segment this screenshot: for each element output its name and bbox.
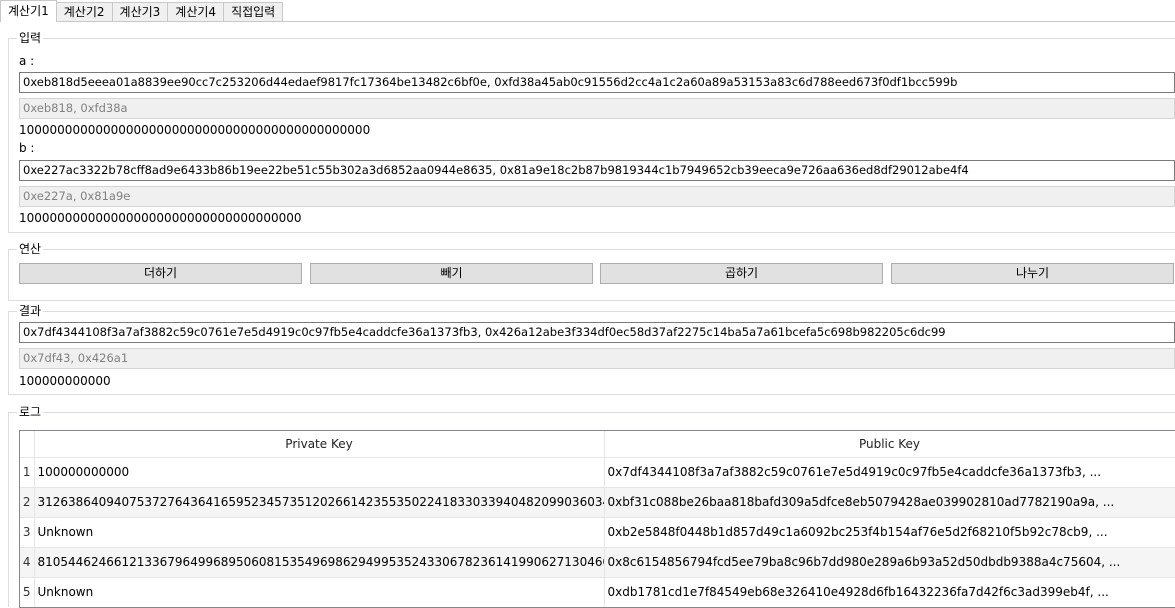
b-label: b :: [19, 141, 35, 155]
table-row[interactable]: 1 100000000000 0x7df4344108f3a7af3882c59…: [20, 457, 1175, 488]
multiply-button[interactable]: 곱하기: [600, 263, 883, 284]
a-input[interactable]: 0xeb818d5eeea01a8839ee90cc7c253206d44eda…: [19, 72, 1175, 93]
row-header-corner: [20, 431, 35, 458]
public-key-cell[interactable]: 0xb2e5848f0448b1d857d49c1a6092bc253f4b15…: [604, 517, 1175, 548]
result-group: 결과 0x7df4344108f3a7af3882c59c0761e7e5d49…: [8, 303, 1175, 395]
log-header-row: Private Key Public Key: [20, 431, 1175, 458]
log-group: 로그 Private Key Public Key 1 100000000000…: [8, 404, 1175, 608]
column-header-public-key[interactable]: Public Key: [604, 431, 1175, 458]
b-scalar-label: 1000000000000000000000000000000000000: [19, 211, 302, 225]
tab-page: 입력 a : 0xeb818d5eeea01a8839ee90cc7c25320…: [0, 21, 1175, 608]
tab-calculator-3[interactable]: 계산기3: [111, 2, 169, 22]
a-label: a :: [19, 54, 35, 68]
row-number: 1: [20, 457, 35, 488]
table-row[interactable]: 2 31263864094075372764364165952345735120…: [20, 487, 1175, 518]
result-scalar-label: 100000000000: [19, 374, 111, 388]
private-key-cell[interactable]: 100000000000: [34, 457, 605, 488]
divide-button[interactable]: 나누기: [891, 263, 1174, 284]
private-key-cell[interactable]: 8105446246612133679649968950608153549698…: [34, 547, 605, 578]
log-group-title: 로그: [17, 404, 44, 420]
log-table: Private Key Public Key 1 100000000000 0x…: [20, 431, 1175, 607]
tab-calculator-2[interactable]: 계산기2: [55, 2, 113, 22]
table-row[interactable]: 4 81054462466121336796499689506081535496…: [20, 547, 1175, 578]
b-short-display: 0xe227a, 0x81a9e: [19, 186, 1175, 207]
private-key-cell[interactable]: Unknown: [34, 517, 605, 548]
row-number: 2: [20, 487, 35, 518]
row-number: 3: [20, 517, 35, 548]
row-number: 4: [20, 547, 35, 578]
result-output[interactable]: 0x7df4344108f3a7af3882c59c0761e7e5d4919c…: [19, 322, 1175, 343]
public-key-cell[interactable]: 0xbf31c088be26baa818bafd309a5dfce8eb5079…: [604, 487, 1175, 518]
add-button[interactable]: 더하기: [19, 263, 302, 284]
tab-calculator-4[interactable]: 계산기4: [167, 2, 225, 22]
b-input[interactable]: 0xe227ac3322b78cff8ad9e6433b86b19ee22be5…: [19, 160, 1175, 181]
tab-calculator-1[interactable]: 계산기1: [0, 0, 57, 22]
result-short-display: 0x7df43, 0x426a1: [19, 348, 1175, 369]
operation-group-title: 연산: [17, 241, 44, 257]
input-group-title: 입력: [17, 30, 44, 46]
a-scalar-label: 1000000000000000000000000000000000000000…: [19, 123, 371, 137]
column-header-private-key[interactable]: Private Key: [34, 431, 605, 458]
result-group-title: 결과: [17, 303, 44, 319]
tab-strip: 계산기1 계산기2 계산기3 계산기4 직접입력: [0, 0, 284, 22]
operation-group: 연산 더하기 빼기 곱하기 나누기: [8, 241, 1175, 301]
public-key-cell[interactable]: 0x8c6154856794fcd5ee79ba8c96b7dd980e289a…: [604, 547, 1175, 578]
public-key-cell[interactable]: 0x7df4344108f3a7af3882c59c0761e7e5d4919c…: [604, 457, 1175, 488]
private-key-cell[interactable]: 3126386409407537276436416595234573512026…: [34, 487, 605, 518]
input-group: 입력 a : 0xeb818d5eeea01a8839ee90cc7c25320…: [8, 30, 1175, 233]
table-row[interactable]: 3 Unknown 0xb2e5848f0448b1d857d49c1a6092…: [20, 517, 1175, 548]
a-short-display: 0xeb818, 0xfd38a: [19, 98, 1175, 119]
subtract-button[interactable]: 빼기: [310, 263, 593, 284]
tab-direct-input[interactable]: 직접입력: [223, 2, 284, 22]
log-grid[interactable]: Private Key Public Key 1 100000000000 0x…: [19, 430, 1175, 608]
